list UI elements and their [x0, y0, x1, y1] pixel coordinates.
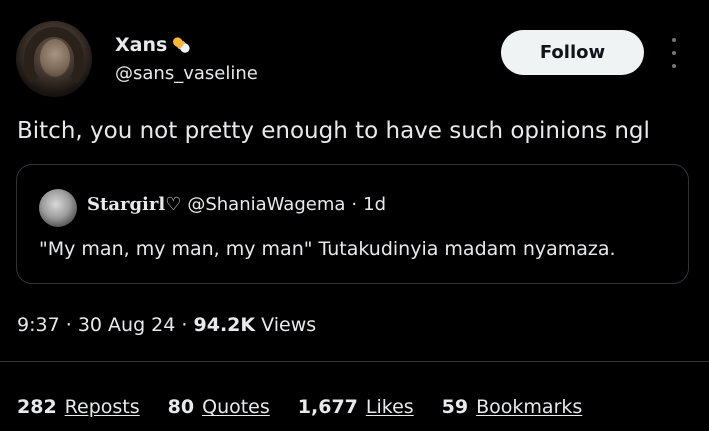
quoted-author-name: Stargirl♡ [87, 194, 182, 215]
quotes-label: Quotes [202, 396, 270, 418]
views-count: 94.2K [193, 314, 256, 336]
quoted-post-header: Stargirl♡ @ShaniaWagema · 1d [87, 194, 386, 215]
quoted-author-avatar [39, 189, 77, 227]
author-avatar[interactable] [16, 21, 92, 97]
bookmarks-stat[interactable]: 59 Bookmarks [442, 396, 583, 418]
quoted-post-card[interactable]: Stargirl♡ @ShaniaWagema · 1d "My man, my… [16, 164, 689, 284]
post-time[interactable]: 9:37 [17, 314, 60, 336]
post-text: Bitch, you not pretty enough to have suc… [17, 118, 650, 144]
dot-1 [672, 38, 676, 42]
quotes-count: 80 [167, 396, 195, 418]
quoted-author-handle: @ShaniaWagema [187, 194, 346, 215]
likes-stat[interactable]: 1,677 Likes [298, 396, 414, 418]
quoted-post-text: "My man, my man, my man" Tutakudinyia ma… [39, 238, 616, 260]
pill-icon [173, 37, 190, 53]
likes-count: 1,677 [297, 396, 358, 418]
meta-separator-2: · [181, 314, 188, 336]
engagement-stats: 282 Reposts 80 Quotes 1,677 Likes 59 Bookmar… [17, 396, 582, 418]
views-label: Views [261, 314, 317, 336]
quoted-post-age: 1d [363, 194, 387, 215]
divider [0, 361, 709, 362]
reposts-label: Reposts [64, 396, 140, 418]
author-name-text: Xans [115, 34, 168, 56]
quotes-stat[interactable]: 80 Quotes [168, 396, 270, 418]
follow-button[interactable]: Follow [501, 30, 644, 75]
author-display-name[interactable]: Xans [115, 34, 194, 56]
avatar-face [40, 39, 70, 77]
dot-2 [672, 51, 676, 55]
dot-3 [672, 64, 676, 68]
post-date[interactable]: 30 Aug 24 [78, 314, 176, 336]
meta-separator-1: · [65, 314, 72, 336]
quoted-separator: · [351, 194, 358, 215]
bookmarks-label: Bookmarks [476, 396, 583, 418]
likes-label: Likes [365, 396, 414, 418]
reposts-stat[interactable]: 282 Reposts [17, 396, 140, 418]
reposts-count: 282 [17, 396, 57, 418]
author-handle[interactable]: @sans_vaseline [115, 63, 258, 84]
bookmarks-count: 59 [441, 396, 469, 418]
post-metadata: 9:37 · 30 Aug 24 · 94.2K Views [17, 314, 316, 336]
more-options-icon[interactable] [668, 38, 680, 68]
